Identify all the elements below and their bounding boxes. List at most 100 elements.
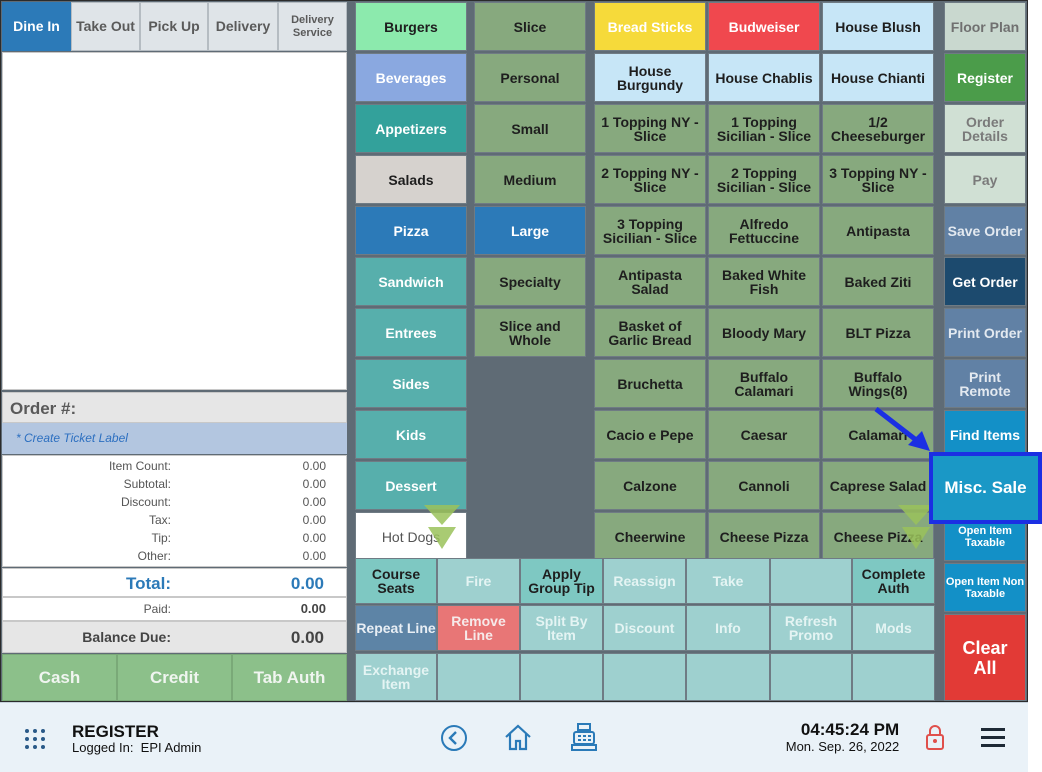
size-large[interactable]: Large: [474, 206, 586, 255]
item-antipasta-salad[interactable]: Antipasta Salad: [594, 257, 706, 306]
category-burgers[interactable]: Burgers: [355, 2, 467, 51]
item-2-topping-ny-slice[interactable]: 2 Topping NY - Slice: [594, 155, 706, 204]
tab-delivery[interactable]: Delivery: [208, 2, 278, 51]
item-caprese-salad[interactable]: Caprese Salad: [822, 461, 934, 510]
paid-label: Paid:: [143, 602, 171, 616]
exchange-item-button[interactable]: Exchange Item: [355, 653, 437, 701]
item-bread-sticks[interactable]: Bread Sticks: [594, 2, 706, 51]
home-icon[interactable]: [503, 722, 533, 752]
category-kids[interactable]: Kids: [355, 410, 467, 459]
create-ticket-label-link[interactable]: * Create Ticket Label: [2, 423, 347, 454]
discount-value: 0.00: [302, 495, 326, 509]
screen-title: REGISTER: [72, 722, 159, 741]
save-order-button[interactable]: Save Order: [944, 206, 1026, 255]
item-buffalo-wings[interactable]: Buffalo Wings(8): [822, 359, 934, 408]
course-seats-button[interactable]: Course Seats: [355, 558, 437, 604]
item-bruchetta[interactable]: Bruchetta: [594, 359, 706, 408]
category-dessert[interactable]: Dessert: [355, 461, 467, 510]
tab-delivery-service[interactable]: Delivery Service: [278, 2, 347, 51]
item-2-topping-sicilian-slice[interactable]: 2 Topping Sicilian - Slice: [708, 155, 820, 204]
refresh-promo-button[interactable]: Refresh Promo: [770, 605, 852, 651]
lock-icon[interactable]: [925, 723, 945, 751]
take-button[interactable]: Take: [686, 558, 770, 604]
credit-button[interactable]: Credit: [117, 654, 232, 701]
item-house-burgundy[interactable]: House Burgundy: [594, 53, 706, 102]
item-1-topping-ny-slice[interactable]: 1 Topping NY - Slice: [594, 104, 706, 153]
item-calzone[interactable]: Calzone: [594, 461, 706, 510]
mods-button[interactable]: Mods: [852, 605, 935, 651]
remove-line-button[interactable]: Remove Line: [437, 605, 520, 651]
clear-all-button[interactable]: Clear All: [944, 614, 1026, 701]
category-salads[interactable]: Salads: [355, 155, 467, 204]
item-house-chablis[interactable]: House Chablis: [708, 53, 820, 102]
balance-due-row: Balance Due: 0.00: [2, 621, 347, 653]
item-1-topping-sicilian-slice[interactable]: 1 Topping Sicilian - Slice: [708, 104, 820, 153]
category-appetizers[interactable]: Appetizers: [355, 104, 467, 153]
register-button[interactable]: Register: [944, 53, 1026, 102]
order-details-button[interactable]: Order Details: [944, 104, 1026, 153]
item-3-topping-ny-slice[interactable]: 3 Topping NY - Slice: [822, 155, 934, 204]
complete-auth-button[interactable]: Complete Auth: [852, 558, 935, 604]
item-3-topping-sicilian-slice[interactable]: 3 Topping Sicilian - Slice: [594, 206, 706, 255]
item-cacio-e-pepe[interactable]: Cacio e Pepe: [594, 410, 706, 459]
tab-dine-in[interactable]: Dine In: [2, 2, 71, 51]
item-alfredo-fettuccine[interactable]: Alfredo Fettuccine: [708, 206, 820, 255]
item-half-cheeseburger[interactable]: 1/2 Cheeseburger: [822, 104, 934, 153]
item-baked-ziti[interactable]: Baked Ziti: [822, 257, 934, 306]
size-medium[interactable]: Medium: [474, 155, 586, 204]
misc-sale-button[interactable]: Misc. Sale: [929, 452, 1042, 524]
repeat-line-button[interactable]: Repeat Line: [355, 605, 437, 651]
tax-label: Tax:: [148, 513, 171, 527]
category-entrees[interactable]: Entrees: [355, 308, 467, 357]
pay-button[interactable]: Pay: [944, 155, 1026, 204]
tab-auth-button[interactable]: Tab Auth: [232, 654, 347, 701]
empty-action-slot: [686, 653, 770, 701]
item-blt-pizza[interactable]: BLT Pizza: [822, 308, 934, 357]
discount-label: Discount:: [120, 495, 171, 509]
item-cheerwine[interactable]: Cheerwine: [594, 512, 706, 561]
order-items-list[interactable]: [2, 52, 347, 390]
item-antipasta[interactable]: Antipasta: [822, 206, 934, 255]
size-personal[interactable]: Personal: [474, 53, 586, 102]
tab-pick-up[interactable]: Pick Up: [140, 2, 208, 51]
item-house-chianti[interactable]: House Chianti: [822, 53, 934, 102]
size-small[interactable]: Small: [474, 104, 586, 153]
item-budweiser[interactable]: Budweiser: [708, 2, 820, 51]
size-slice-and-whole[interactable]: Slice and Whole: [474, 308, 586, 357]
other-value: 0.00: [302, 549, 326, 563]
category-sandwich[interactable]: Sandwich: [355, 257, 467, 306]
open-item-non-taxable-button[interactable]: Open Item Non Taxable: [944, 563, 1026, 612]
category-beverages[interactable]: Beverages: [355, 53, 467, 102]
empty-action-slot: [603, 653, 686, 701]
item-cheese-pizza[interactable]: Cheese Pizza: [708, 512, 820, 561]
item-bloody-mary[interactable]: Bloody Mary: [708, 308, 820, 357]
fire-button[interactable]: Fire: [437, 558, 520, 604]
print-order-button[interactable]: Print Order: [944, 308, 1026, 357]
category-sides[interactable]: Sides: [355, 359, 467, 408]
item-buffalo-calamari[interactable]: Buffalo Calamari: [708, 359, 820, 408]
info-button[interactable]: Info: [686, 605, 770, 651]
item-caesar[interactable]: Caesar: [708, 410, 820, 459]
scroll-down-chevron-icon[interactable]: [424, 505, 460, 551]
get-order-button[interactable]: Get Order: [944, 257, 1026, 306]
balance-due-value: 0.00: [290, 628, 324, 647]
item-basket-of-garlic-bread[interactable]: Basket of Garlic Bread: [594, 308, 706, 357]
item-house-blush[interactable]: House Blush: [822, 2, 934, 51]
item-baked-white-fish[interactable]: Baked White Fish: [708, 257, 820, 306]
cash-register-icon[interactable]: [570, 722, 598, 752]
cash-button[interactable]: Cash: [2, 654, 117, 701]
apply-group-tip-button[interactable]: Apply Group Tip: [520, 558, 603, 604]
size-slice[interactable]: Slice: [474, 2, 586, 51]
floor-plan-button[interactable]: Floor Plan: [944, 2, 1026, 51]
grid-menu-icon[interactable]: [24, 728, 46, 750]
tab-take-out[interactable]: Take Out: [71, 2, 140, 51]
category-pizza[interactable]: Pizza: [355, 206, 467, 255]
reassign-button[interactable]: Reassign: [603, 558, 686, 604]
discount-button[interactable]: Discount: [603, 605, 686, 651]
item-cannoli[interactable]: Cannoli: [708, 461, 820, 510]
size-specialty[interactable]: Specialty: [474, 257, 586, 306]
hamburger-menu-icon[interactable]: [980, 727, 1006, 749]
back-icon[interactable]: [440, 724, 468, 752]
split-by-item-button[interactable]: Split By Item: [520, 605, 603, 651]
print-remote-button[interactable]: Print Remote: [944, 359, 1026, 408]
